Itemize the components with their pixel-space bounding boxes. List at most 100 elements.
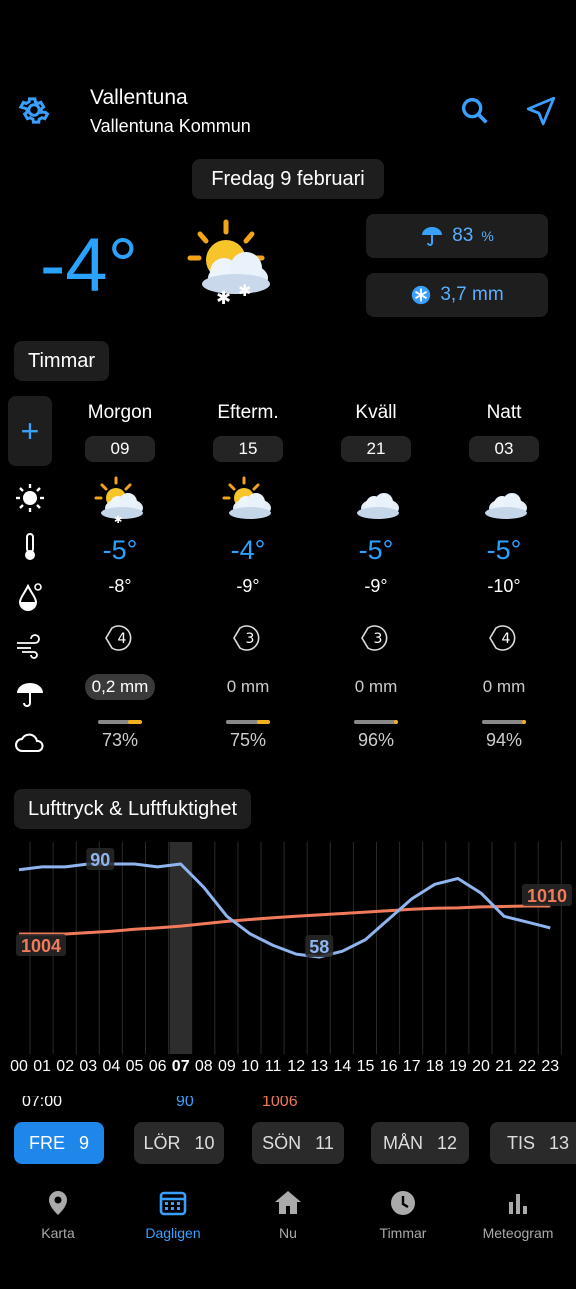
sun-icon [16,484,44,512]
partial-row-pressure: 1006 [262,1096,298,1110]
period-temperature: -5° [486,535,522,565]
hour-tick-label: 15 [356,1058,375,1075]
umbrella-icon [17,683,43,707]
hour-tick-label: 19 [448,1058,467,1075]
period-precipitation: 0 mm [482,677,526,696]
feels-like-drop-icon [18,583,42,611]
pressure-line [19,904,551,936]
period-hour: 03 [469,436,539,462]
hour-tick-label: 10 [241,1058,259,1075]
nav-label: Timmar [379,1225,427,1241]
hour-tick-label: 23 [541,1058,560,1075]
hour-tick-label: 00 [10,1058,28,1075]
period-label: Efterm. [217,402,279,423]
day-number: 13 [548,1132,570,1153]
humidity-max-label: 90 [90,850,110,870]
period-cloud-cover: 75% [229,730,267,750]
pressure-humidity-section-title[interactable]: Lufttryck & Luftfuktighet [14,789,251,829]
nav-item-karta[interactable]: Karta [8,1188,108,1241]
period-cloud-cover: 96% [357,730,395,750]
location-municipality: Vallentuna Kommun [90,116,251,136]
nav-item-meteogram[interactable]: Meteogram [468,1188,568,1241]
wind-icon [17,634,40,659]
hour-tick-label: 07 [171,1058,190,1075]
svg-text:✱: ✱ [238,281,251,300]
period-column[interactable]: Natt 03 -5° -10° 4 0 mm 94% [440,402,568,751]
period-cloud-cover: 73% [101,730,139,750]
cloud-icon [357,493,399,519]
precip-probability-value: 83 [452,225,474,246]
wind-direction-icon: 3 [361,625,388,651]
period-precipitation: 0 mm [354,677,398,696]
hour-tick-label: 11 [264,1058,282,1075]
partial-row-humidity: 90 [176,1096,194,1110]
pressure-start-label: 1004 [21,936,61,956]
search-icon[interactable] [458,94,492,128]
add-button[interactable]: + [8,396,52,466]
hour-tick-label: 14 [333,1058,352,1075]
nav-label: Nu [279,1225,297,1241]
wind-speed: 4 [502,631,511,647]
period-feels-like: -10° [487,576,521,596]
thermometer-icon [25,533,35,560]
wind-direction-icon: 4 [105,625,132,651]
period-column[interactable]: Morgon 09 ✱ -5° -8° 4 0,2 mm 73% [56,402,184,751]
hour-tick-label: 13 [310,1058,329,1075]
day-number: 9 [78,1132,89,1153]
day-tab[interactable]: LÖR 10 [134,1122,224,1164]
period-column[interactable]: Efterm. 15 -4° -9° 3 0 mm 75% [184,402,312,751]
hour-tick-label: 17 [402,1058,421,1075]
sun-cloud-snow-icon: ✱ ✱ [187,219,270,309]
period-feels-like: -9° [364,576,388,596]
location-name[interactable]: Vallentuna [90,86,188,110]
clock-icon [391,1191,415,1215]
nav-label: Karta [41,1225,75,1241]
nav-label: Meteogram [482,1225,554,1241]
period-column[interactable]: Kväll 21 -5° -9° 3 0 mm 96% [312,402,440,751]
precip-amount-value: 3,7 mm [440,284,504,305]
svg-text:✱: ✱ [114,515,122,524]
nav-item-nu[interactable]: Nu [238,1188,338,1241]
day-number: 10 [194,1132,215,1153]
precip-probability: 83 % [366,214,548,258]
date-label: Fredag 9 februari [192,159,384,199]
hour-tick-label: 05 [125,1058,144,1075]
day-tab[interactable]: FRE 9 [14,1122,104,1164]
day-tab[interactable]: TIS 13 [490,1122,576,1164]
current-temperature: -4° [40,223,138,308]
wind-speed: 3 [374,631,383,647]
partial-row-time: 07:00 [22,1096,63,1110]
cloud-cover-bar [226,720,270,724]
hours-section-title[interactable]: Timmar [14,341,110,381]
period-label: Kväll [355,402,397,423]
hour-tick-label: 08 [194,1058,213,1075]
hour-tick-label: 06 [148,1058,167,1075]
pressure-humidity-chart[interactable]: 90 58 1004 1010 [0,842,576,1054]
day-number: 11 [315,1132,334,1153]
umbrella-icon [422,227,443,246]
period-label: Morgon [87,402,153,423]
period-precipitation: 0 mm [226,677,270,696]
day-tab[interactable]: MÅN 12 [371,1122,469,1164]
nav-item-timmar[interactable]: Timmar [353,1188,453,1241]
hour-tick-label: 16 [379,1058,398,1075]
period-temperature: -4° [230,535,266,565]
day-number: 12 [436,1132,458,1153]
gear-icon[interactable] [16,92,52,128]
day-name: SÖN [262,1132,302,1153]
precip-probability-unit: % [481,228,494,244]
period-feels-like: -9° [236,576,260,596]
hour-tick-label: 02 [56,1058,75,1075]
period-label: Natt [486,402,522,423]
day-tab[interactable]: SÖN 11 [252,1122,344,1164]
wind-speed: 3 [246,631,255,647]
day-name: MÅN [382,1132,423,1153]
cloud-icon [485,493,527,519]
navigation-arrow-icon[interactable] [524,94,558,128]
sun-cloud-snow-icon: ✱ [94,476,143,526]
hour-tick-label: 18 [425,1058,444,1075]
svg-text:✱: ✱ [216,288,231,309]
hour-tick-label: 22 [518,1058,537,1075]
period-feels-like: -8° [108,576,132,596]
nav-item-dagligen[interactable]: Dagligen [123,1188,223,1241]
